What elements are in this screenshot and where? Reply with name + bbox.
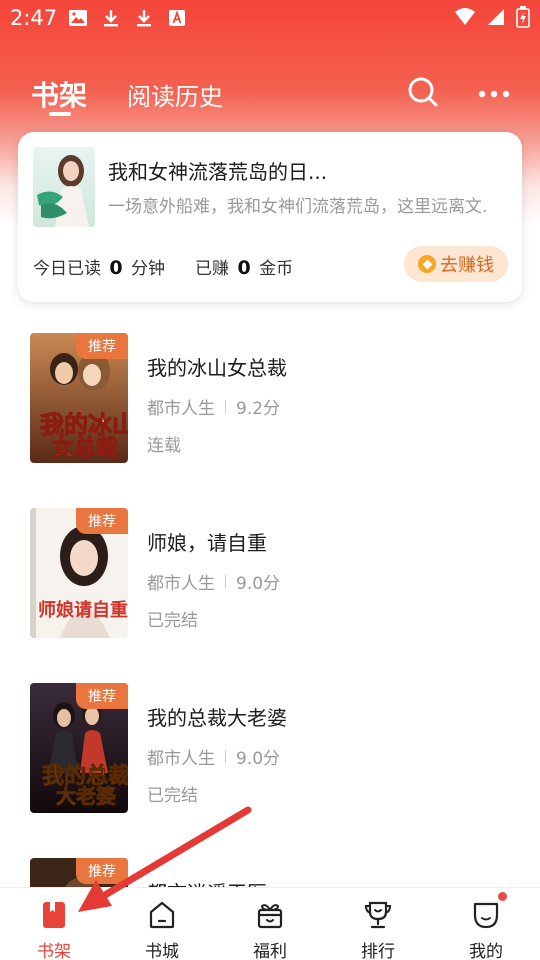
bookshelf-icon [43, 902, 65, 928]
meta-divider [225, 575, 226, 588]
book-category: 都市人生 [147, 574, 215, 594]
earned-label: 已赚 [195, 259, 230, 279]
read-today-stat: 今日已读 0 分钟 [33, 254, 165, 279]
active-tab-indicator [49, 112, 71, 116]
more-icon[interactable] [476, 76, 512, 112]
bottom-nav: 书架 书城 福利 排行 我的 [0, 887, 540, 960]
svg-text:女总裁: 女总裁 [52, 435, 118, 461]
wifi-icon [455, 8, 475, 25]
notification-dot [498, 892, 507, 901]
book-cover[interactable]: 师娘请自重 推荐 [30, 508, 128, 638]
current-reading-card[interactable]: 我和女神流落荒岛的日... 一场意外船难，我和女神们流落荒岛，这里远离文. 今日… [18, 132, 522, 302]
nav-item-bookshelf[interactable]: 书架 [0, 888, 108, 960]
profile-icon [473, 902, 499, 929]
tab-reading-history[interactable]: 阅读历史 [127, 77, 223, 112]
status-notification-icons [68, 8, 187, 28]
battery-icon [516, 6, 530, 28]
book-status: 连载 [147, 436, 181, 456]
read-today-unit: 分钟 [131, 259, 166, 279]
meta-divider [225, 750, 226, 763]
book-meta: 都市人生 9.0分 [147, 744, 280, 769]
recommend-tag: 推荐 [76, 683, 128, 709]
book-title: 我的冰山女总裁 [147, 356, 287, 380]
top-nav: 书架 阅读历史 [0, 64, 540, 124]
image-icon [69, 10, 87, 26]
trophy-icon [364, 901, 392, 929]
book-title: 我的总裁大老婆 [147, 706, 287, 730]
book-item[interactable]: 我的总裁 大老婆 推荐 我的总裁大老婆 都市人生 9.0分 已完结 [0, 650, 540, 825]
status-system-icons [454, 6, 530, 28]
book-score: 9.0分 [236, 749, 281, 769]
svg-text:师娘请自重: 师娘请自重 [38, 599, 128, 621]
book-meta: 都市人生 9.0分 [147, 569, 280, 594]
recommend-tag: 推荐 [76, 508, 128, 534]
nav-label: 书架 [37, 942, 71, 960]
book-item[interactable]: 师娘请自重 推荐 师娘，请自重 都市人生 9.0分 已完结 [0, 475, 540, 650]
tab-bookshelf[interactable]: 书架 [31, 74, 87, 114]
nav-label: 排行 [361, 942, 395, 960]
nav-label: 书城 [145, 942, 179, 960]
read-today-label: 今日已读 [33, 259, 101, 279]
book-status: 已完结 [147, 786, 198, 806]
read-today-value: 0 [109, 257, 123, 279]
signal-icon [488, 9, 504, 25]
book-item[interactable]: 我的冰山 女总裁 推荐 我的冰山女总裁 都市人生 9.2分 连载 [0, 300, 540, 475]
book-category: 都市人生 [147, 399, 215, 419]
current-book-description: 一场意外船难，我和女神们流落荒岛，这里远离文. [108, 197, 488, 217]
cover-art-island [33, 147, 95, 227]
book-score: 9.0分 [236, 574, 281, 594]
nav-item-welfare[interactable]: 福利 [216, 888, 324, 960]
gift-icon [257, 904, 283, 929]
recommend-tag: 推荐 [76, 858, 128, 884]
search-icon[interactable] [405, 74, 441, 110]
house-icon [149, 901, 175, 929]
earn-money-label: 去赚钱 [440, 255, 494, 276]
font-app-icon [169, 10, 185, 26]
book-category: 都市人生 [147, 749, 215, 769]
current-book-title: 我和女神流落荒岛的日... [108, 160, 328, 184]
download-icon [137, 10, 151, 27]
book-meta: 都市人生 9.2分 [147, 394, 280, 419]
nav-label: 福利 [253, 942, 287, 960]
nav-item-bookstore[interactable]: 书城 [108, 888, 216, 960]
status-time: 2:47 [10, 6, 58, 30]
download-icon [104, 10, 118, 27]
status-bar: 2:47 [0, 0, 540, 36]
coin-icon [418, 255, 436, 273]
recommend-tag: 推荐 [76, 333, 128, 359]
book-cover[interactable] [33, 147, 95, 227]
meta-divider [225, 400, 226, 413]
nav-item-ranking[interactable]: 排行 [324, 888, 432, 960]
nav-label: 我的 [469, 942, 503, 960]
earned-value: 0 [237, 257, 251, 279]
earned-unit: 金币 [259, 259, 294, 279]
earn-money-button[interactable]: 去赚钱 [404, 246, 508, 282]
book-status: 已完结 [147, 611, 198, 631]
svg-text:大老婆: 大老婆 [56, 784, 116, 808]
earned-stat: 已赚 0 金币 [195, 254, 293, 279]
reading-stats: 今日已读 0 分钟 已赚 0 金币 [33, 254, 293, 279]
book-cover[interactable]: 我的总裁 大老婆 推荐 [30, 683, 128, 813]
nav-item-profile[interactable]: 我的 [432, 888, 540, 960]
book-cover[interactable]: 我的冰山 女总裁 推荐 [30, 333, 128, 463]
book-title: 师娘，请自重 [147, 531, 267, 555]
book-score: 9.2分 [236, 399, 281, 419]
